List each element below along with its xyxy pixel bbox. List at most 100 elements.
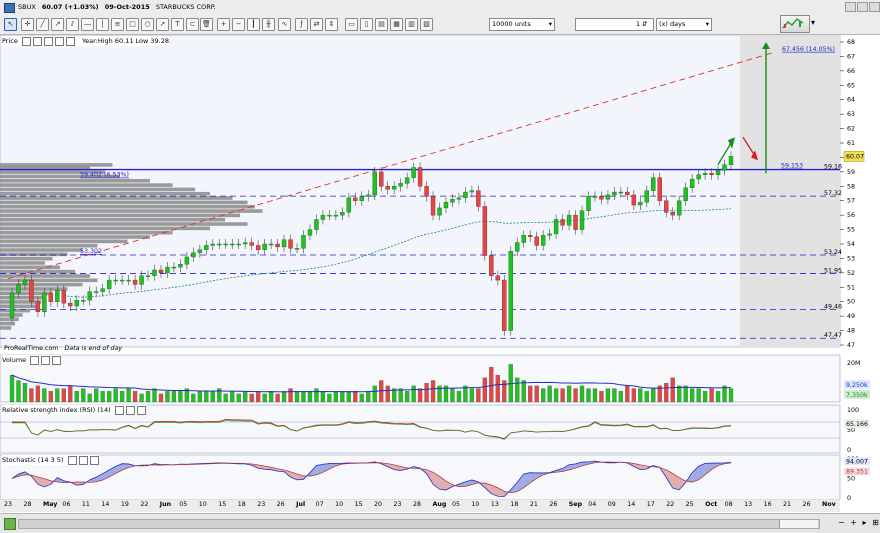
- panel-add-icon[interactable]: [66, 37, 75, 46]
- volume-bar: [140, 394, 144, 402]
- panel-maximize-icon[interactable]: [41, 356, 50, 365]
- rectangle-icon[interactable]: □: [126, 18, 139, 31]
- ellipse-icon[interactable]: ○: [141, 18, 154, 31]
- panel-maximize-icon[interactable]: [79, 456, 88, 465]
- panel-close-icon[interactable]: [52, 356, 61, 365]
- indicator-icon[interactable]: ƒ: [295, 18, 308, 31]
- candle-body: [658, 178, 662, 201]
- layout-three-icon[interactable]: ▤: [375, 18, 388, 31]
- bar-chart-icon[interactable]: ╫: [262, 18, 275, 31]
- zoom-out-icon[interactable]: −: [232, 18, 245, 31]
- layout-one-icon[interactable]: ▭: [345, 18, 358, 31]
- candlestick-icon[interactable]: ┃: [247, 18, 260, 31]
- date-tick-label: 21: [783, 501, 791, 508]
- layout-four-icon[interactable]: ▦: [390, 18, 403, 31]
- vertical-line-icon[interactable]: │: [96, 18, 109, 31]
- horizontal-scrollbar[interactable]: [18, 519, 820, 529]
- scale-icon[interactable]: ⇕: [325, 18, 338, 31]
- channel-icon[interactable]: ⫽: [66, 18, 79, 31]
- cursor-icon[interactable]: ↖: [4, 18, 17, 31]
- chart-type-chevron-icon[interactable]: ▾: [811, 18, 815, 27]
- candle-body: [327, 215, 331, 216]
- volume-profile-bar: [0, 183, 173, 187]
- y-tick-label: 59: [847, 169, 855, 176]
- layout-two-icon[interactable]: ▯: [360, 18, 373, 31]
- watermark: ProRealTime.com: [4, 345, 58, 352]
- candle-body: [586, 196, 590, 210]
- volume-profile-bar: [0, 201, 248, 205]
- scroll-end-icon[interactable]: ▸: [863, 518, 867, 527]
- window-icon: [4, 3, 15, 13]
- instrument-title: SBUX 60.07 (+1.03%) 09-Oct-2015 STARBUCK…: [18, 3, 216, 11]
- zoom-in-icon[interactable]: +: [217, 18, 230, 31]
- text-icon[interactable]: T: [171, 18, 184, 31]
- volume-profile-bar: [0, 240, 128, 244]
- crosshair-icon[interactable]: ✛: [21, 18, 34, 31]
- level-label: 59.16: [824, 164, 842, 171]
- chevron-down-icon: ▾: [706, 19, 709, 30]
- maximize-button[interactable]: [857, 2, 868, 12]
- panel-close-icon[interactable]: [44, 37, 53, 46]
- arrow-icon[interactable]: ➚: [156, 18, 169, 31]
- date-axis[interactable]: 2328May0611141922Jun051015182326Jul07101…: [0, 500, 840, 512]
- candle-body: [36, 302, 40, 312]
- candle-body: [366, 195, 370, 196]
- fit-icon[interactable]: ⊞: [872, 518, 879, 527]
- candle-body: [690, 179, 694, 188]
- units-select[interactable]: 10000 units ▾: [489, 18, 555, 31]
- zoom-in-icon[interactable]: +: [850, 518, 857, 527]
- panel-tool-icon[interactable]: [115, 406, 124, 415]
- date-tick-label: 26: [549, 501, 557, 508]
- close-button[interactable]: [869, 2, 880, 12]
- candle-body: [392, 186, 396, 189]
- candle-body: [178, 264, 182, 267]
- date-tick-label: 04: [588, 501, 596, 508]
- candle-body: [204, 245, 208, 249]
- trendline-icon[interactable]: ╱: [36, 18, 49, 31]
- trash-icon[interactable]: 🗑: [200, 18, 213, 31]
- panel-maximize-icon[interactable]: [33, 37, 42, 46]
- magnet-icon[interactable]: ⊂: [186, 18, 199, 31]
- date-tick-label: 13: [491, 501, 499, 508]
- stepper-arrows-icon[interactable]: ⇵: [642, 19, 647, 30]
- volume-bar: [431, 381, 435, 403]
- volume-bar: [723, 386, 727, 402]
- date-tick-label: Sep: [569, 501, 582, 508]
- compare-icon[interactable]: ⇄: [310, 18, 323, 31]
- panel-maximize-icon[interactable]: [126, 406, 135, 415]
- volume-profile-bar: [0, 196, 233, 200]
- symbol: SBUX: [18, 3, 36, 11]
- date-tick-label: Jun: [160, 501, 171, 508]
- minimize-button[interactable]: [845, 2, 856, 12]
- volume-bar: [334, 391, 338, 402]
- line-chart-icon[interactable]: ∿: [278, 18, 291, 31]
- fibonacci-icon[interactable]: ≡: [111, 18, 124, 31]
- date-tick-label: Aug: [432, 501, 446, 508]
- layout-five-icon[interactable]: ▥: [405, 18, 418, 31]
- candle-body: [224, 244, 228, 245]
- chart-area[interactable]: 6867666564636261605958575655545352515049…: [0, 35, 880, 500]
- panel-close-icon[interactable]: [137, 406, 146, 415]
- y-tick-label: 62: [847, 126, 855, 133]
- horizontal-line-icon[interactable]: ―: [81, 18, 94, 31]
- period-unit-select[interactable]: (x) days ▾: [656, 18, 712, 31]
- scroll-left-icon[interactable]: [4, 518, 16, 530]
- layout-six-icon[interactable]: ▧: [420, 18, 433, 31]
- candle-body: [496, 276, 500, 280]
- scrollbar-thumb[interactable]: [779, 520, 818, 528]
- zoom-out-icon[interactable]: −: [838, 518, 845, 527]
- volume-bar: [62, 389, 66, 402]
- panel-close-icon[interactable]: [90, 456, 99, 465]
- panel-tool-icon[interactable]: [22, 37, 31, 46]
- panel-tool-icon[interactable]: [30, 356, 39, 365]
- panel-tool-icon[interactable]: [68, 456, 77, 465]
- candle-body: [114, 280, 118, 281]
- panel-settings-icon[interactable]: [55, 37, 64, 46]
- stoch-panel-title: Stochastic (14 3 5): [2, 456, 63, 464]
- ray-icon[interactable]: ↗: [51, 18, 64, 31]
- volume-bar: [237, 394, 241, 402]
- chart-type-icon[interactable]: [780, 15, 810, 33]
- volume-bar: [75, 391, 79, 402]
- current-price-label: 60.07: [846, 153, 864, 160]
- period-stepper[interactable]: 1 ⇵: [575, 18, 654, 31]
